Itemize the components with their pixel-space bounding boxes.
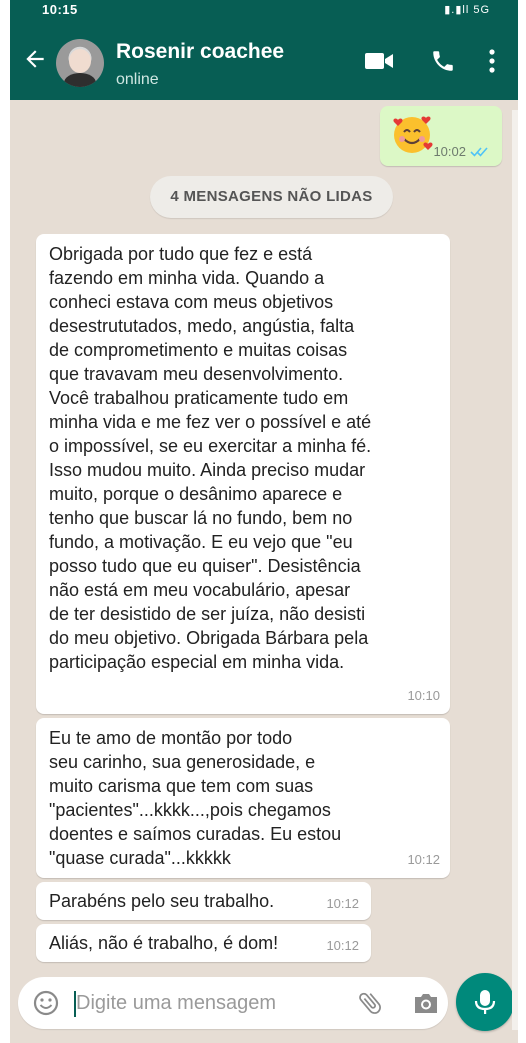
message-text: Eu te amo de montão por todo seu carinho… [49,728,342,868]
incoming-message[interactable]: Parabéns pelo seu trabalho. 10:12 [36,882,371,920]
status-icons: ▮.▮ll 5G [444,4,490,16]
contact-name[interactable]: Rosenir coachee [116,40,284,64]
read-ticks-icon [470,147,488,157]
incoming-message[interactable]: Eu te amo de montão por todo seu carinho… [36,718,450,878]
video-call-icon[interactable] [364,48,394,74]
whatsapp-chat-screen: 10:15 ▮.▮ll 5G Rosenir coachee online 10… [10,0,518,1043]
voice-message-button[interactable] [456,973,514,1031]
contact-status: online [116,71,159,88]
back-arrow-icon[interactable] [22,46,48,72]
contact-avatar[interactable] [56,39,104,87]
message-input[interactable] [76,989,346,1017]
incoming-message[interactable]: Obrigada por tudo que fez e está fazendo… [36,234,450,714]
status-bar: 10:15 ▮.▮ll 5G [10,0,518,22]
message-time: 10:10 [407,688,440,703]
message-time: 10:02 [433,144,466,159]
message-time: 10:12 [407,852,440,867]
message-text: Aliás, não é trabalho, é dom! [49,933,279,953]
message-composer [18,977,448,1029]
mic-icon [474,990,496,1014]
emoji-icon[interactable] [32,989,60,1017]
more-options-icon[interactable] [488,48,496,74]
message-time: 10:12 [326,938,359,953]
message-text: Parabéns pelo seu trabalho. [49,891,275,911]
message-list[interactable]: 10:02 4 MENSAGENS NÃO LIDAS Obrigada por… [10,100,518,970]
chat-header: Rosenir coachee online [10,22,518,100]
outgoing-message[interactable]: 10:02 [380,106,502,166]
unread-messages-banner: 4 MENSAGENS NÃO LIDAS [150,176,393,218]
phone-icon[interactable] [430,48,456,74]
message-text: Obrigada por tudo que fez e está fazendo… [49,244,372,672]
status-time: 10:15 [42,2,78,17]
smiling-face-with-hearts-emoji [393,116,433,153]
camera-icon[interactable] [412,990,440,1016]
attach-icon[interactable] [356,989,384,1017]
incoming-message[interactable]: Aliás, não é trabalho, é dom! 10:12 [36,924,371,962]
message-time: 10:12 [326,896,359,911]
